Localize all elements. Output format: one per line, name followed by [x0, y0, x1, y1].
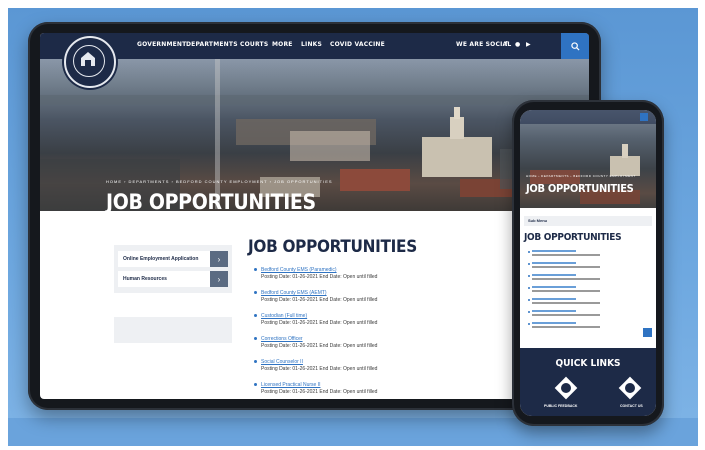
phone-job-item[interactable]: [528, 298, 648, 308]
sidebar-link-online-employment-application[interactable]: Online Employment Application ›: [118, 251, 228, 267]
phone-submenu-toggle[interactable]: Sub Menu: [524, 216, 652, 226]
job-title-link[interactable]: Corrections Officer: [261, 336, 303, 342]
bullet-icon: [254, 383, 257, 386]
seal-building-icon: [81, 52, 95, 66]
contact-us-icon[interactable]: [618, 376, 642, 400]
job-title-link[interactable]: Bedford County EMS (Paramedic): [261, 267, 337, 273]
nav-item-government[interactable]: GOVERNMENT: [137, 41, 186, 48]
bullet-icon: [528, 263, 530, 265]
nav-item-covid-vaccine[interactable]: COVID VACCINE: [330, 41, 385, 48]
job-posting-meta: Posting Date: 01-26-2021 End Date: Open …: [261, 297, 378, 303]
job-posting-meta: Posting Date: 01-26-2021 End Date: Open …: [261, 274, 378, 280]
youtube-icon[interactable]: ▶: [526, 41, 531, 48]
phone-job-item[interactable]: [528, 286, 648, 296]
job-title-link[interactable]: Bedford County EMS (AEMT): [261, 290, 327, 296]
search-button[interactable]: [561, 33, 589, 59]
job-posting-meta: Posting Date: 01-26-2021 End Date: Open …: [261, 389, 378, 395]
phone-hero-title: JOB OPPORTUNITIES: [526, 182, 634, 195]
phone-job-item[interactable]: [528, 322, 648, 332]
bullet-icon: [254, 337, 257, 340]
we-are-social-label: WE ARE SOCIAL: [456, 41, 512, 48]
phone-job-item[interactable]: [528, 250, 648, 260]
scroll-to-top-button[interactable]: [643, 328, 652, 337]
bullet-icon: [528, 287, 530, 289]
hamburger-menu-icon[interactable]: [640, 113, 648, 121]
hero-title: JOB OPPORTUNITIES: [106, 190, 316, 214]
nav-item-courts[interactable]: COURTS: [240, 41, 268, 48]
bullet-icon: [254, 314, 257, 317]
phone-job-item[interactable]: [528, 274, 648, 284]
sidebar-link-label: Human Resources: [123, 276, 167, 282]
phone-job-item[interactable]: [528, 262, 648, 272]
quick-link-public-feedback[interactable]: PUBLIC FEEDBACK: [544, 404, 577, 408]
chevron-right-icon: ›: [210, 251, 228, 267]
tablet-screen: GOVERNMENT DEPARTMENTS COURTS MORE LINKS…: [40, 33, 589, 399]
twitter-icon[interactable]: ●: [515, 41, 520, 48]
bullet-icon: [254, 268, 257, 271]
sidebar-secondary-box: [114, 317, 232, 343]
job-title-link[interactable]: Licensed Practical Nurse II: [261, 382, 320, 388]
phone-top-bar: [520, 110, 656, 124]
quick-links-title: QUICK LINKS: [555, 358, 621, 369]
nav-item-departments[interactable]: DEPARTMENTS: [186, 41, 238, 48]
top-nav: GOVERNMENT DEPARTMENTS COURTS MORE LINKS…: [40, 33, 589, 59]
phone-submenu-label: Sub Menu: [528, 218, 548, 223]
bullet-icon: [528, 311, 530, 313]
bullet-icon: [254, 360, 257, 363]
county-seal-logo[interactable]: [64, 36, 116, 88]
facebook-icon[interactable]: f: [505, 41, 508, 48]
public-feedback-icon[interactable]: [554, 376, 578, 400]
nav-item-links[interactable]: LINKS: [301, 41, 322, 48]
sidebar-link-label: Online Employment Application: [123, 256, 199, 262]
hero-banner: HOME › DEPARTMENTS › BEDFORD COUNTY EMPL…: [40, 59, 589, 214]
nav-item-more[interactable]: MORE: [272, 41, 293, 48]
phone-hero-banner: HOME › DEPARTMENTS › BEDFORD COUNTY EMPL…: [520, 110, 656, 208]
bullet-icon: [528, 323, 530, 325]
breadcrumb[interactable]: HOME › DEPARTMENTS › BEDFORD COUNTY EMPL…: [106, 179, 333, 184]
bullet-icon: [254, 291, 257, 294]
job-posting-meta: Posting Date: 01-26-2021 End Date: Open …: [261, 320, 378, 326]
hero-town-photo: [40, 59, 589, 211]
bullet-icon: [528, 299, 530, 301]
phone-device: HOME › DEPARTMENTS › BEDFORD COUNTY EMPL…: [512, 100, 664, 426]
bullet-icon: [528, 251, 530, 253]
job-title-link[interactable]: Custodian (Full time): [261, 313, 307, 319]
sidebar-link-human-resources[interactable]: Human Resources ›: [118, 271, 228, 287]
phone-breadcrumb[interactable]: HOME › DEPARTMENTS › BEDFORD COUNTY EMPL…: [526, 174, 636, 178]
phone-job-item[interactable]: [528, 310, 648, 320]
quick-links-section: QUICK LINKS PUBLIC FEEDBACK CONTACT US: [520, 348, 656, 416]
chevron-right-icon: ›: [210, 271, 228, 287]
phone-content-title: JOB OPPORTUNITIES: [524, 232, 622, 243]
job-posting-meta: Posting Date: 01-26-2021 End Date: Open …: [261, 366, 378, 372]
quick-link-contact-us[interactable]: CONTACT US: [620, 404, 643, 408]
sidebar-menu: Online Employment Application › Human Re…: [114, 245, 232, 293]
job-title-link[interactable]: Social Counselor II: [261, 359, 303, 365]
search-icon: [570, 41, 580, 51]
phone-screen: HOME › DEPARTMENTS › BEDFORD COUNTY EMPL…: [520, 110, 656, 416]
bullet-icon: [528, 275, 530, 277]
job-posting-meta: Posting Date: 01-26-2021 End Date: Open …: [261, 343, 378, 349]
content-title: JOB OPPORTUNITIES: [248, 237, 417, 257]
